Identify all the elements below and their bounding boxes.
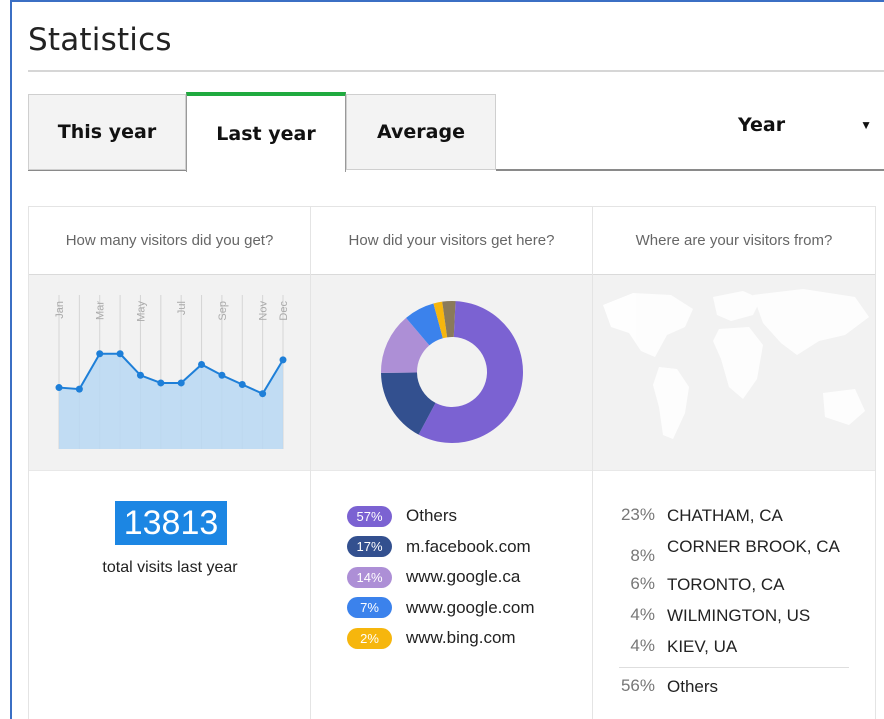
data-point <box>279 356 287 364</box>
data-point <box>157 379 165 387</box>
data-point <box>218 371 226 379</box>
list-divider <box>619 666 849 668</box>
locations-question: Where are your visitors from? <box>593 207 875 275</box>
location-percent: 56% <box>620 675 655 695</box>
source-label: Others <box>406 506 458 526</box>
list-item: 8% CORNER BROOK, CA <box>613 532 849 570</box>
legend-item: 2% www.bing.com <box>347 623 535 654</box>
list-item: 4% WILMINGTON, US <box>613 601 849 632</box>
data-point <box>238 380 246 388</box>
x-tick-label: Jul <box>176 301 188 315</box>
location-percent: 6% <box>630 573 655 593</box>
sources-legend: 57% Others 17% m.facebook.com 14% www.google.… <box>347 501 535 654</box>
tab-average[interactable]: Average <box>346 94 496 170</box>
tab-this-year[interactable]: This year <box>28 94 186 170</box>
percent-badge: 14% <box>347 566 392 588</box>
stats-grid: How many visitors did you get? Jan Mar May… <box>28 206 876 719</box>
sources-donut-chart <box>381 301 523 443</box>
visitors-area-chart: Jan Mar May Jul Sep Nov Dec <box>54 295 290 449</box>
location-percent: 8% <box>630 545 655 565</box>
x-tick-label: Dec <box>278 301 290 321</box>
x-tick-label: Sep <box>217 301 229 321</box>
sources-column: How did your visitors get here? 57% Other… <box>311 207 593 719</box>
location-name: CHATHAM, CA <box>667 506 783 525</box>
legend-item: 14% www.google.ca <box>347 562 535 593</box>
data-point <box>177 379 185 387</box>
x-tick-label: Mar <box>95 301 107 320</box>
data-point <box>259 390 267 398</box>
location-percent: 23% <box>620 505 655 524</box>
data-point <box>96 350 104 358</box>
percent-badge: 2% <box>347 627 392 649</box>
location-name: CORNER BROOK, CA <box>667 536 840 556</box>
legend-item: 17% m.facebook.com <box>347 532 535 563</box>
data-point <box>198 361 206 369</box>
locations-list: 23% CHATHAM, CA 8% CORNER BROOK, CA 6% T… <box>613 501 849 703</box>
sources-chart-area <box>311 275 592 471</box>
location-name: KIEV, UA <box>667 636 738 656</box>
title-divider <box>28 70 884 72</box>
list-item: 6% TORONTO, CA <box>613 570 849 601</box>
world-map-area <box>593 275 875 471</box>
data-point <box>75 385 83 393</box>
source-label: www.google.ca <box>406 567 521 587</box>
visitors-chart-area: Jan Mar May Jul Sep Nov Dec <box>29 275 310 471</box>
sources-question: How did your visitors get here? <box>311 207 592 275</box>
location-name: Others <box>667 676 719 696</box>
percent-badge: 57% <box>347 505 392 527</box>
tab-last-year[interactable]: Last year <box>186 92 346 172</box>
location-percent: 4% <box>630 635 655 655</box>
location-name: TORONTO, CA <box>667 574 785 594</box>
visitors-question: How many visitors did you get? <box>29 207 310 275</box>
chevron-down-icon: ▼ <box>860 118 872 132</box>
visitors-column: How many visitors did you get? Jan Mar May… <box>29 207 311 719</box>
legend-item: 57% Others <box>347 501 535 532</box>
data-point <box>136 371 144 379</box>
world-map <box>603 289 869 439</box>
source-label: www.bing.com <box>406 628 516 648</box>
data-point <box>116 350 124 358</box>
list-item: 23% CHATHAM, CA <box>613 501 849 532</box>
percent-badge: 7% <box>347 597 392 619</box>
total-visits-count: 13813 <box>115 501 227 545</box>
statistics-panel: Statistics This year Last year Average Y… <box>10 0 884 719</box>
location-percent: 4% <box>630 604 655 624</box>
source-label: www.google.com <box>406 597 535 617</box>
total-visits-caption: total visits last year <box>102 559 238 576</box>
location-name: WILMINGTON, US <box>667 605 811 625</box>
data-point <box>55 384 63 392</box>
x-tick-label: May <box>135 301 147 322</box>
period-dropdown-value: Year <box>738 114 786 136</box>
tabs-baseline-right <box>496 169 884 171</box>
x-tick-label: Jan <box>54 301 66 319</box>
list-item: 56% Others <box>613 672 849 703</box>
page-title: Statistics <box>28 22 172 58</box>
percent-badge: 17% <box>347 536 392 558</box>
locations-column: Where are your visitors from? 23% CHATHA… <box>593 207 875 719</box>
x-tick-label: Nov <box>258 301 270 321</box>
source-label: m.facebook.com <box>406 536 531 556</box>
legend-item: 7% www.google.com <box>347 593 535 624</box>
period-dropdown[interactable]: Year ▼ <box>738 110 878 140</box>
list-item: 4% KIEV, UA <box>613 632 849 663</box>
